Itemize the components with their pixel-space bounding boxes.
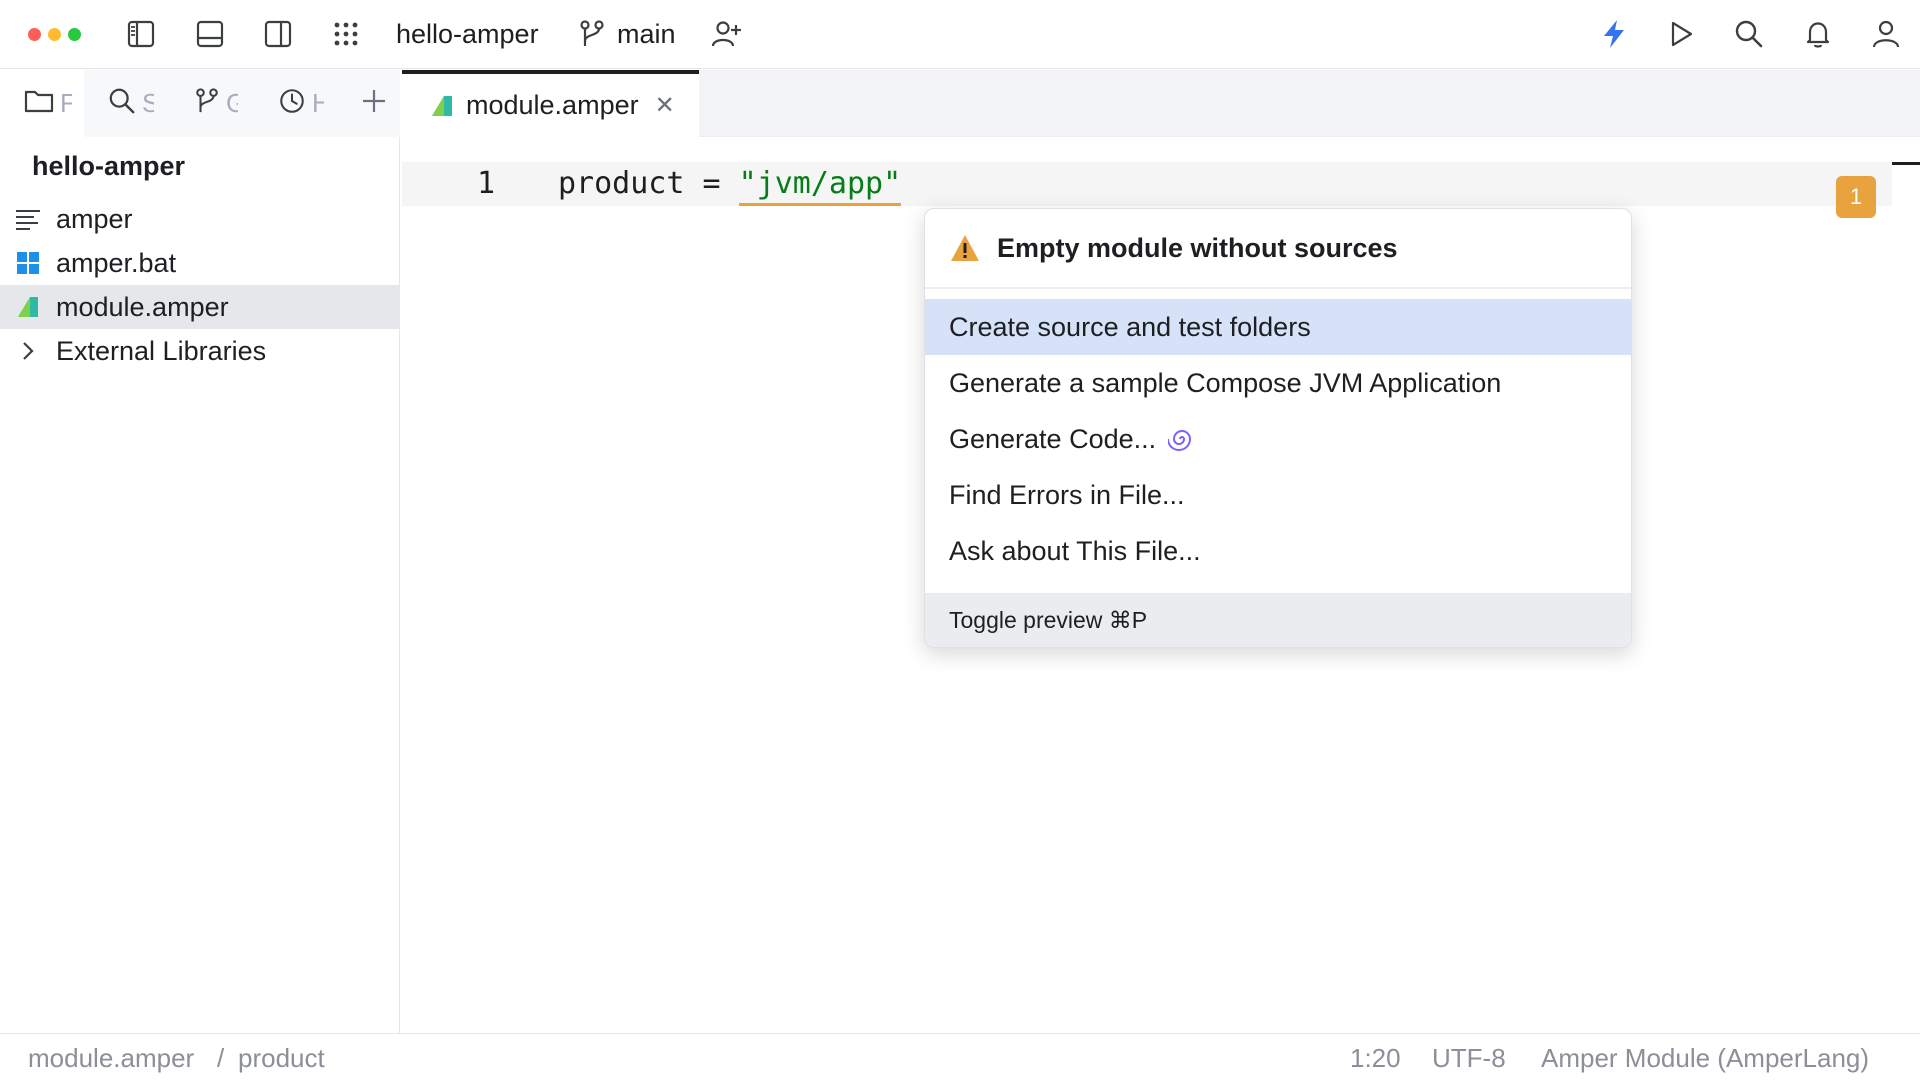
tab-git-label: G — [226, 88, 238, 118]
search-icon — [108, 87, 136, 120]
editor-tab-bar: module.amper ✕ — [402, 70, 1920, 137]
tab-history[interactable]: H — [278, 70, 340, 137]
clock-icon — [278, 87, 306, 120]
code-key: product — [558, 166, 685, 201]
sidebar-right-icon[interactable] — [257, 14, 299, 54]
breadcrumb-separator: / — [217, 1043, 225, 1073]
breadcrumb-node[interactable]: product — [238, 1043, 325, 1074]
menu-item-generate-compose-app[interactable]: Generate a sample Compose JVM Applicatio… — [925, 355, 1631, 411]
tab-search-label: S — [142, 88, 154, 118]
amper-logo-icon — [430, 94, 454, 118]
menu-item-label: Generate Code... — [949, 423, 1157, 454]
add-user-icon[interactable] — [706, 14, 748, 54]
plus-icon — [360, 87, 388, 120]
editor-tab-module-amper[interactable]: module.amper ✕ — [402, 70, 699, 137]
project-root-title[interactable]: hello-amper — [32, 151, 185, 182]
ai-spiral-icon — [1168, 425, 1196, 453]
tree-item-module-amper[interactable]: module.amper — [0, 285, 400, 329]
sidebar-left-icon[interactable] — [120, 14, 162, 54]
editor-tab-label: module.amper — [466, 90, 639, 120]
project-selector[interactable]: hello-amper — [396, 16, 539, 52]
intention-actions-popup: Empty module without sources Create sour… — [924, 208, 1632, 648]
menu-item-ask-about-file[interactable]: Ask about This File... — [925, 523, 1631, 579]
warning-icon — [949, 232, 981, 264]
title-bar: hello-amper main — [0, 0, 1920, 69]
text-lines-icon — [0, 197, 56, 241]
project-tree: hello-amper amper amper.bat module.amper… — [0, 137, 400, 1033]
tab-search[interactable]: S — [108, 70, 170, 137]
tree-item-label: External Libraries — [56, 335, 267, 366]
caret-position[interactable]: 1:20 — [1350, 1043, 1401, 1074]
grid-menu-icon[interactable] — [325, 14, 367, 54]
breadcrumb-file[interactable]: module.amper — [28, 1043, 194, 1074]
tab-project-label: F — [60, 88, 72, 118]
menu-item-create-source-folders[interactable]: Create source and test folders — [925, 299, 1631, 355]
git-branch-icon — [572, 14, 612, 54]
branch-selector[interactable]: main — [617, 16, 676, 52]
amper-logo-icon — [0, 285, 56, 329]
menu-item-generate-code[interactable]: Generate Code... — [925, 411, 1631, 467]
tree-item-amper-bat[interactable]: amper.bat — [0, 241, 400, 285]
tab-git[interactable]: G — [194, 70, 256, 137]
close-tab-icon[interactable]: ✕ — [655, 91, 675, 120]
file-type[interactable]: Amper Module (AmperLang) — [1541, 1043, 1869, 1074]
line-number: 1 — [477, 166, 496, 201]
window-zoom-button[interactable] — [68, 28, 81, 41]
popup-header: Empty module without sources — [925, 209, 1631, 289]
tool-window-tabs: F S G H — [0, 70, 400, 137]
tree-item-label: amper — [56, 203, 133, 234]
user-icon[interactable] — [1865, 14, 1907, 54]
code-string-value[interactable]: "jvm/app" — [738, 166, 902, 206]
code-operator: = — [684, 166, 739, 201]
bell-icon[interactable] — [1797, 14, 1839, 54]
window-close-button[interactable] — [28, 28, 41, 41]
tree-item-external-libraries[interactable]: External Libraries — [0, 329, 400, 373]
warning-count-badge[interactable]: 1 — [1836, 176, 1876, 218]
windows-icon — [0, 241, 56, 285]
tab-project[interactable]: F — [0, 70, 84, 137]
popup-title: Empty module without sources — [997, 232, 1398, 263]
file-encoding[interactable]: UTF-8 — [1432, 1043, 1506, 1074]
menu-item-find-errors[interactable]: Find Errors in File... — [925, 467, 1631, 523]
run-icon[interactable] — [1660, 14, 1702, 54]
bolt-icon[interactable] — [1593, 14, 1635, 54]
status-bar: module.amper / product 1:20 UTF-8 Amper … — [0, 1033, 1920, 1080]
folder-icon — [24, 88, 54, 119]
code-line[interactable]: product = "jvm/app" — [558, 162, 902, 206]
search-icon[interactable] — [1728, 14, 1770, 54]
tree-item-label: module.amper — [56, 291, 229, 322]
toggle-preview-hint[interactable]: Toggle preview ⌘P — [925, 593, 1631, 647]
window-minimize-button[interactable] — [48, 28, 61, 41]
tree-item-amper[interactable]: amper — [0, 197, 400, 241]
scrollbar-marker — [1892, 162, 1920, 165]
git-branch-icon — [194, 87, 220, 120]
tree-item-label: amper.bat — [56, 247, 177, 278]
chevron-right-icon[interactable] — [0, 329, 56, 373]
add-tab-button[interactable] — [352, 70, 396, 137]
panel-bottom-icon[interactable] — [189, 14, 231, 54]
tab-history-label: H — [312, 88, 324, 118]
